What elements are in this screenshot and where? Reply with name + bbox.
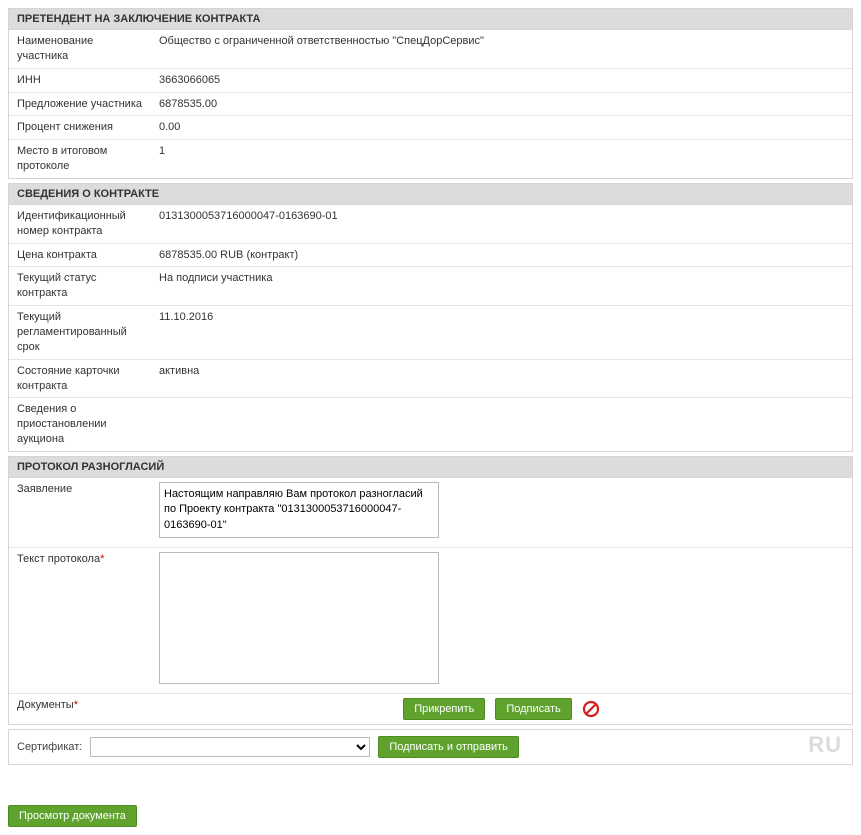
statement-textarea[interactable] bbox=[159, 482, 439, 538]
label-place: Место в итоговом протоколе bbox=[9, 143, 151, 175]
label-name: Наименование участника bbox=[9, 33, 151, 65]
sign-and-send-button[interactable]: Подписать и отправить bbox=[378, 736, 519, 758]
row-statement: Заявление bbox=[9, 478, 852, 548]
value-offer: 6878535.00 bbox=[151, 96, 852, 113]
row-deadline: Текущий регламентированный срок 11.10.20… bbox=[9, 306, 852, 360]
pretender-panel: ПРЕТЕНДЕНТ НА ЗАКЛЮЧЕНИЕ КОНТРАКТА Наиме… bbox=[8, 8, 853, 179]
pretender-header: ПРЕТЕНДЕНТ НА ЗАКЛЮЧЕНИЕ КОНТРАКТА bbox=[9, 9, 852, 30]
label-price: Цена контракта bbox=[9, 247, 151, 264]
protocol-panel: ПРОТОКОЛ РАЗНОГЛАСИЙ Заявление Текст про… bbox=[8, 456, 853, 725]
value-suspend bbox=[151, 401, 852, 403]
label-documents: Документы* bbox=[9, 697, 151, 714]
value-status: На подписи участника bbox=[151, 270, 852, 287]
label-card: Состояние карточки контракта bbox=[9, 363, 151, 395]
row-discount: Процент снижения 0.00 bbox=[9, 116, 852, 140]
value-place: 1 bbox=[151, 143, 852, 160]
value-card: активна bbox=[151, 363, 852, 380]
value-deadline: 11.10.2016 bbox=[151, 309, 852, 326]
row-price: Цена контракта 6878535.00 RUB (контракт) bbox=[9, 244, 852, 268]
required-asterisk: * bbox=[100, 553, 104, 565]
certificate-select[interactable] bbox=[90, 737, 370, 757]
protocol-text-textarea[interactable] bbox=[159, 552, 439, 684]
row-name: Наименование участника Общество с ограни… bbox=[9, 30, 852, 69]
contract-header: СВЕДЕНИЯ О КОНТРАКТЕ bbox=[9, 184, 852, 205]
row-status: Текущий статус контракта На подписи учас… bbox=[9, 267, 852, 306]
label-suspend: Сведения о приостановлении аукциона bbox=[9, 401, 151, 448]
row-inn: ИНН 3663066065 bbox=[9, 69, 852, 93]
value-contract-id: 0131300053716000047-0163690-01 bbox=[151, 208, 852, 225]
certificate-label: Сертификат: bbox=[17, 741, 82, 753]
row-offer: Предложение участника 6878535.00 bbox=[9, 93, 852, 117]
value-inn: 3663066065 bbox=[151, 72, 852, 89]
row-suspend: Сведения о приостановлении аукциона bbox=[9, 398, 852, 451]
label-status: Текущий статус контракта bbox=[9, 270, 151, 302]
footer-actions: Просмотр документа bbox=[8, 805, 853, 827]
row-protocol-text: Текст протокола* bbox=[9, 548, 852, 694]
label-contract-id: Идентификационный номер контракта bbox=[9, 208, 151, 240]
cell-statement bbox=[151, 481, 852, 544]
sign-area: Сертификат: Подписать и отправить RU bbox=[8, 729, 853, 765]
label-deadline: Текущий регламентированный срок bbox=[9, 309, 151, 356]
label-protocol-text: Текст протокола* bbox=[9, 551, 151, 568]
value-discount: 0.00 bbox=[151, 119, 852, 136]
row-place: Место в итоговом протоколе 1 bbox=[9, 140, 852, 178]
cell-documents: Прикрепить Подписать bbox=[151, 697, 852, 721]
block-icon bbox=[582, 700, 600, 718]
attach-button[interactable]: Прикрепить bbox=[403, 698, 485, 720]
cell-protocol-text bbox=[151, 551, 852, 690]
row-card: Состояние карточки контракта активна bbox=[9, 360, 852, 399]
preview-document-button[interactable]: Просмотр документа bbox=[8, 805, 137, 827]
row-contract-id: Идентификационный номер контракта 013130… bbox=[9, 205, 852, 244]
label-offer: Предложение участника bbox=[9, 96, 151, 113]
value-price: 6878535.00 RUB (контракт) bbox=[151, 247, 852, 264]
ru-watermark: RU bbox=[808, 732, 842, 758]
value-name: Общество с ограниченной ответственностью… bbox=[151, 33, 852, 50]
sign-button[interactable]: Подписать bbox=[495, 698, 571, 720]
label-statement: Заявление bbox=[9, 481, 151, 498]
row-documents: Документы* Прикрепить Подписать bbox=[9, 694, 852, 724]
label-protocol-text-txt: Текст протокола bbox=[17, 553, 100, 565]
required-asterisk-docs: * bbox=[74, 699, 78, 711]
protocol-header: ПРОТОКОЛ РАЗНОГЛАСИЙ bbox=[9, 457, 852, 478]
label-discount: Процент снижения bbox=[9, 119, 151, 136]
label-inn: ИНН bbox=[9, 72, 151, 89]
label-documents-txt: Документы bbox=[17, 699, 74, 711]
contract-panel: СВЕДЕНИЯ О КОНТРАКТЕ Идентификационный н… bbox=[8, 183, 853, 452]
